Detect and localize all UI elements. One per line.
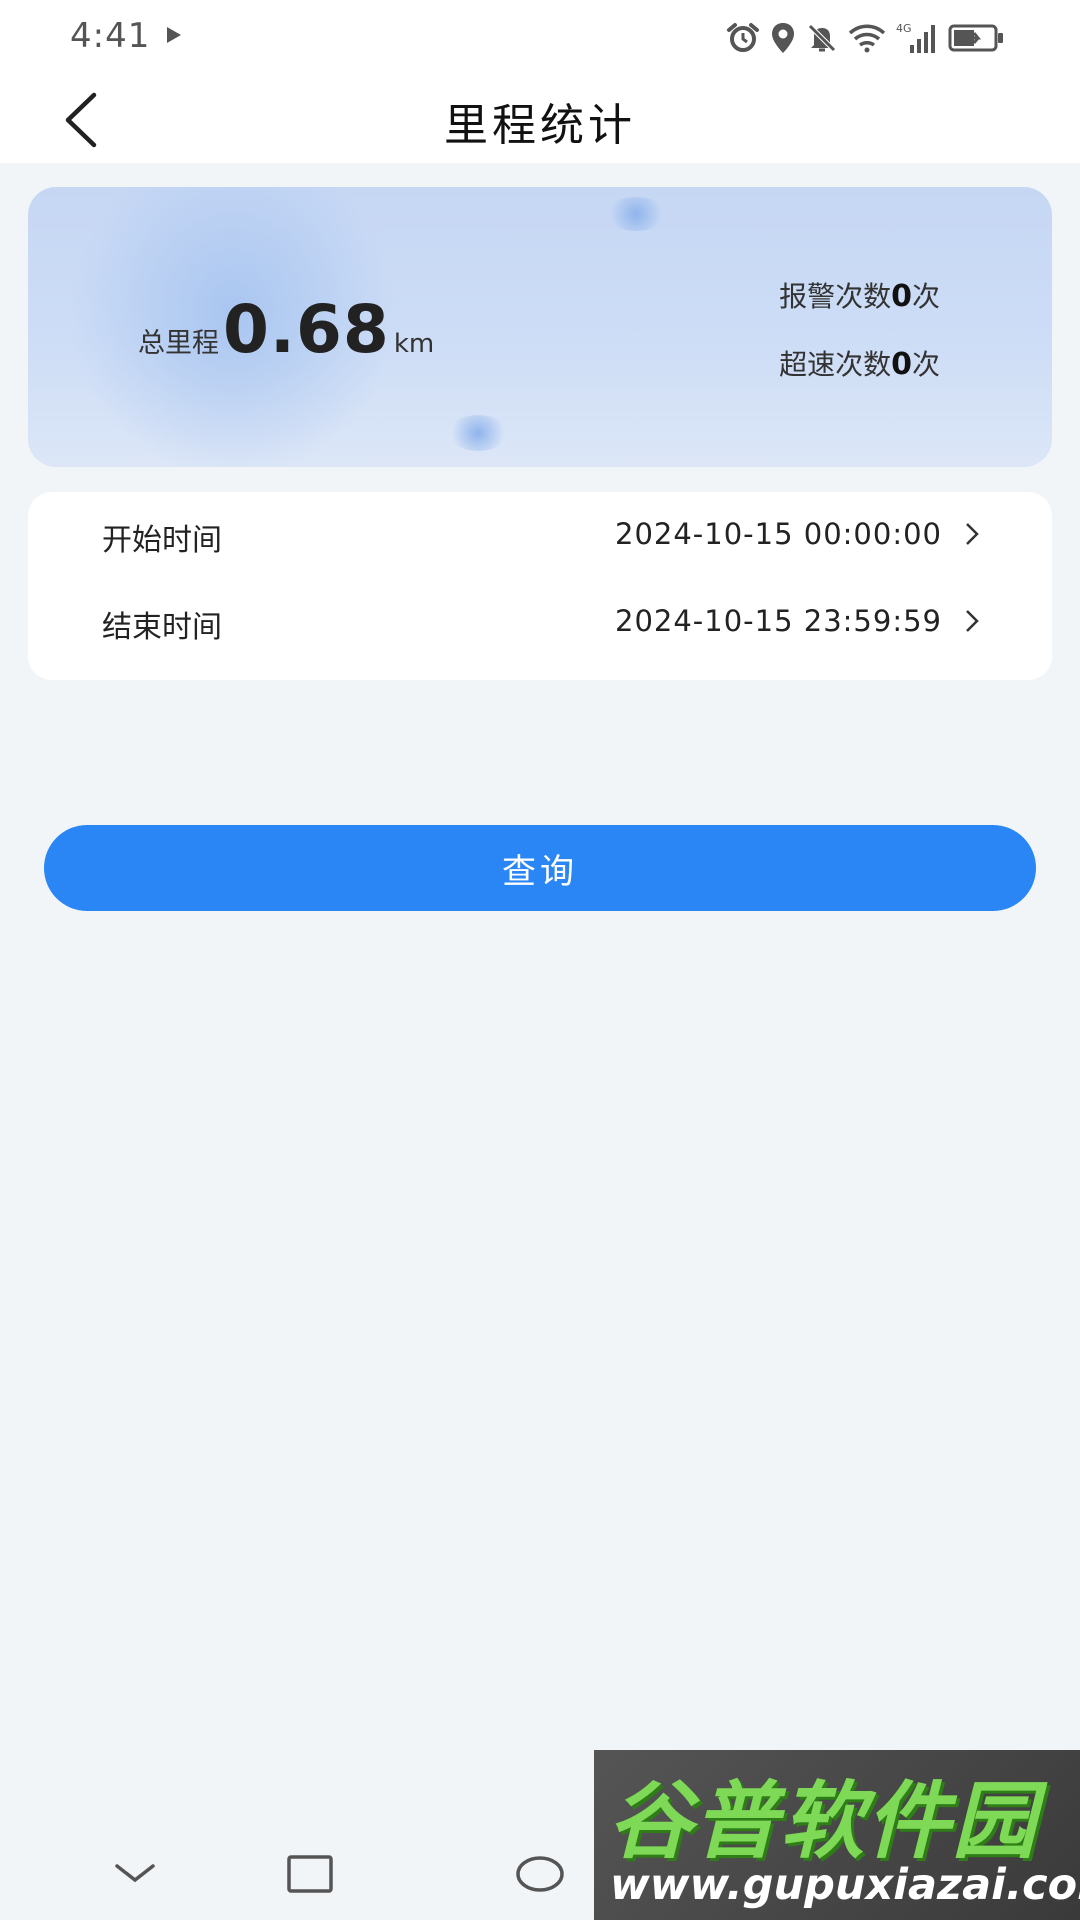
watermark-title: 谷普软件园: [608, 1772, 1039, 1870]
wifi-icon: [848, 23, 886, 53]
chevron-right-icon: [964, 608, 980, 638]
page-title: 里程统计: [444, 100, 636, 151]
status-bar: 4:41 4G: [0, 0, 1080, 75]
watermark-logo: 谷普软件园 www.gupuxiazai.com: [594, 1750, 1080, 1920]
nav-home-icon: [516, 1856, 564, 1892]
play-icon: [166, 26, 182, 48]
alarm-icon: [726, 22, 760, 54]
status-icons: 4G: [726, 18, 1006, 58]
network-type-text: 4G: [896, 22, 912, 35]
nav-recents-button[interactable]: [275, 1844, 345, 1904]
nav-home-button[interactable]: [505, 1844, 575, 1904]
end-time-label: 结束时间: [102, 610, 222, 645]
mileage-statistics-screen: 4:41 4G 里程统计 总里程 0.68 km 报警次数0次 超速次数0次 开…: [0, 0, 1080, 1920]
total-mileage-value: 0.68: [223, 291, 390, 368]
nav-collapse-icon: [115, 1864, 155, 1883]
app-header: 里程统计: [0, 75, 1080, 163]
total-mileage: 总里程 0.68 km: [138, 291, 434, 368]
start-time-row[interactable]: 开始时间 2024-10-15 00:00:00: [28, 495, 1052, 575]
alarm-count-value: 0: [891, 279, 912, 314]
mute-icon: [806, 22, 838, 54]
speeding-count-suffix: 次: [911, 348, 940, 381]
end-time-row[interactable]: 结束时间 2024-10-15 23:59:59: [28, 582, 1052, 662]
watermark-url: www.gupuxiazai.com: [610, 1860, 1080, 1910]
decorative-dot: [606, 197, 666, 231]
start-time-value: 2024-10-15 00:00:00: [615, 517, 942, 551]
signal-4g-icon: 4G: [896, 21, 938, 55]
alarm-count-row: 报警次数0次: [779, 275, 940, 343]
alarm-count-label: 报警次数: [779, 280, 892, 313]
total-mileage-label: 总里程: [138, 328, 219, 359]
nav-recents-icon: [287, 1855, 333, 1893]
query-button[interactable]: 查询: [44, 825, 1036, 911]
nav-collapse-button[interactable]: [100, 1844, 170, 1904]
decorative-dot: [448, 415, 508, 451]
total-mileage-unit: km: [393, 329, 435, 359]
speeding-count-label: 超速次数: [779, 348, 892, 381]
mileage-summary-card: 总里程 0.68 km 报警次数0次 超速次数0次: [28, 187, 1052, 467]
alarm-count-suffix: 次: [911, 280, 940, 313]
time-range-card: 开始时间 2024-10-15 00:00:00 结束时间 2024-10-15…: [28, 492, 1052, 680]
status-time: 4:41: [70, 16, 151, 56]
location-icon: [770, 22, 796, 54]
start-time-label: 开始时间: [102, 523, 222, 558]
event-counts: 报警次数0次 超速次数0次: [779, 275, 940, 411]
speeding-count-row: 超速次数0次: [779, 343, 940, 411]
chevron-right-icon: [964, 521, 980, 551]
speeding-count-value: 0: [891, 347, 912, 382]
end-time-value: 2024-10-15 23:59:59: [615, 604, 942, 638]
battery-charging-icon: [948, 23, 1006, 53]
